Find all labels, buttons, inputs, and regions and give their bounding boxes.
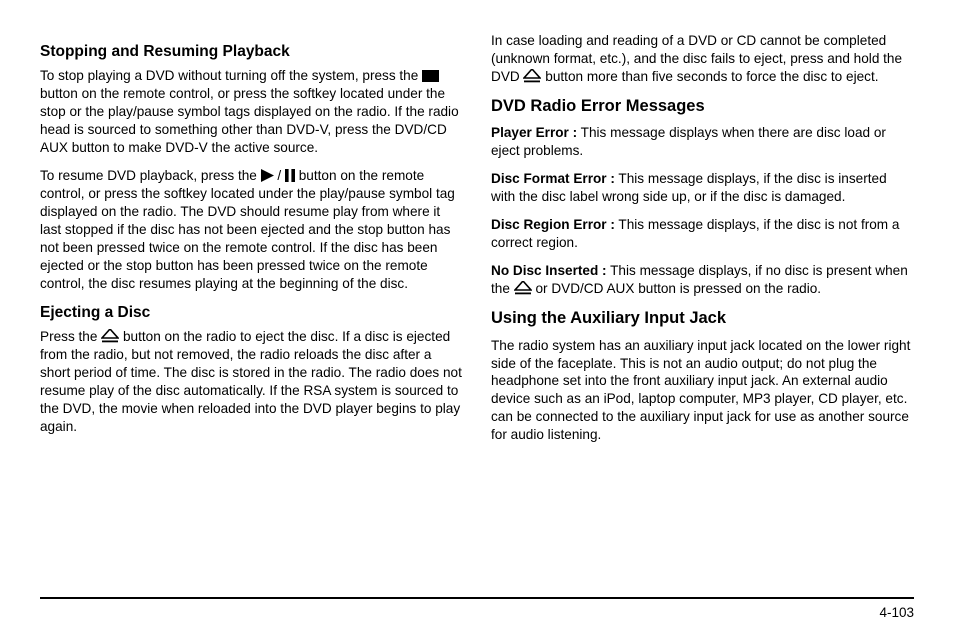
heading-stopping-resuming: Stopping and Resuming Playback <box>40 42 463 61</box>
error-label: No Disc Inserted : <box>491 263 607 278</box>
error-label: Player Error : <box>491 125 577 140</box>
stop-icon <box>422 70 439 82</box>
paragraph-force-eject: In case loading and reading of a DVD or … <box>491 32 914 86</box>
paragraph-aux: The radio system has an auxiliary input … <box>491 337 914 445</box>
text: To stop playing a DVD without turning of… <box>40 68 422 83</box>
error-label: Disc Region Error : <box>491 217 615 232</box>
slash: / <box>274 168 285 183</box>
text: button on the remote control, or press t… <box>40 86 459 155</box>
text: button more than five seconds to force t… <box>545 69 878 84</box>
error-no-disc: No Disc Inserted : This message displays… <box>491 262 914 298</box>
text: button on the remote control, or press t… <box>40 168 455 291</box>
page-footer: 4-103 <box>40 597 914 620</box>
heading-aux-jack: Using the Auxiliary Input Jack <box>491 308 914 329</box>
text: button on the radio to eject the disc. I… <box>40 329 462 434</box>
error-label: Disc Format Error : <box>491 171 615 186</box>
paragraph-stop: To stop playing a DVD without turning of… <box>40 67 463 157</box>
eject-icon <box>514 281 532 295</box>
footer-rule <box>40 597 914 599</box>
error-format: Disc Format Error : This message display… <box>491 170 914 206</box>
text: To resume DVD playback, press the <box>40 168 261 183</box>
left-column: Stopping and Resuming Playback To stop p… <box>40 32 463 454</box>
columns: Stopping and Resuming Playback To stop p… <box>40 32 914 454</box>
page: Stopping and Resuming Playback To stop p… <box>0 0 954 638</box>
page-number: 4-103 <box>40 605 914 620</box>
pause-icon <box>285 169 295 182</box>
play-icon <box>261 169 274 182</box>
eject-icon <box>101 329 119 343</box>
error-text: or DVD/CD AUX button is pressed on the r… <box>535 281 821 296</box>
error-region: Disc Region Error : This message display… <box>491 216 914 252</box>
text: Press the <box>40 329 101 344</box>
paragraph-eject: Press the button on the radio to eject t… <box>40 328 463 436</box>
right-column: In case loading and reading of a DVD or … <box>491 32 914 454</box>
heading-error-messages: DVD Radio Error Messages <box>491 96 914 117</box>
paragraph-resume: To resume DVD playback, press the / butt… <box>40 167 463 293</box>
eject-icon <box>523 69 541 83</box>
error-player: Player Error : This message displays whe… <box>491 124 914 160</box>
heading-ejecting: Ejecting a Disc <box>40 303 463 322</box>
